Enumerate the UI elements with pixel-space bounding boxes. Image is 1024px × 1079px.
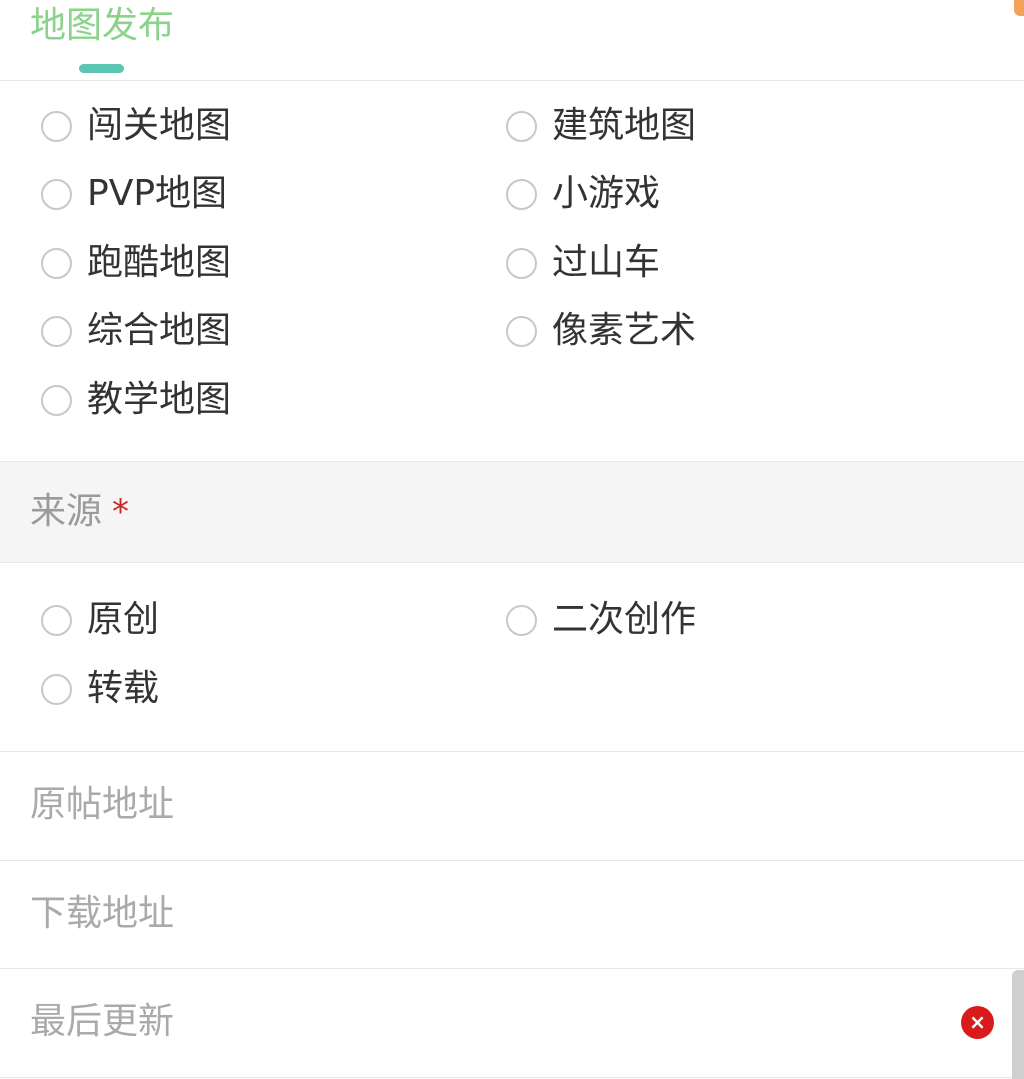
last-update-input[interactable] — [30, 996, 930, 1046]
radio-option-map-type[interactable]: 综合地图 — [41, 309, 231, 353]
radio-label: 小游戏 — [552, 173, 661, 214]
radio-label: 跑酷地图 — [87, 242, 232, 283]
original-url-row — [0, 751, 1024, 859]
radio-circle-icon — [41, 178, 72, 210]
radio-circle-icon — [41, 110, 72, 142]
radio-circle-icon — [41, 673, 72, 705]
radio-option-map-type[interactable]: 教学地图 — [41, 378, 231, 422]
clear-icon[interactable]: × — [961, 1006, 994, 1039]
required-asterisk: * — [112, 492, 130, 532]
radio-label: PVP地图 — [87, 173, 228, 214]
radio-label: 转载 — [87, 668, 160, 709]
radio-circle-icon — [506, 604, 537, 636]
radio-label: 建筑地图 — [552, 105, 697, 146]
radio-option-map-type[interactable]: 跑酷地图 — [41, 241, 231, 285]
map-publish-page: 地图发布 闯关地图 建筑地图 PVP地图 小游戏 跑酷地图 过山车 综合地图 像… — [0, 0, 1024, 1079]
radio-circle-icon — [506, 110, 537, 142]
tab-map-publish[interactable]: 地图发布 — [30, 2, 174, 50]
radio-label: 综合地图 — [87, 310, 232, 351]
radio-option-map-type[interactable]: 小游戏 — [506, 172, 660, 216]
download-url-input[interactable] — [30, 888, 930, 938]
radio-circle-icon — [506, 178, 537, 210]
download-url-row — [0, 860, 1024, 968]
radio-option-map-type[interactable]: 过山车 — [506, 241, 660, 285]
radio-option-map-type[interactable]: 像素艺术 — [506, 309, 696, 353]
radio-label: 教学地图 — [87, 379, 232, 420]
radio-option-source[interactable]: 二次创作 — [506, 598, 696, 642]
radio-label: 过山车 — [552, 242, 661, 283]
source-title-text: 来源 — [30, 491, 103, 532]
radio-circle-icon — [41, 247, 72, 279]
radio-option-map-type[interactable]: PVP地图 — [41, 172, 227, 216]
scrollbar[interactable] — [1012, 970, 1024, 1079]
radio-option-source[interactable]: 原创 — [41, 598, 159, 642]
source-section-header: 来源 * — [0, 461, 1024, 563]
radio-circle-icon — [506, 315, 537, 347]
radio-option-map-type[interactable]: 闯关地图 — [41, 104, 231, 148]
source-title: 来源 * — [30, 490, 129, 534]
tab-active-indicator — [79, 64, 124, 73]
corner-badge — [1014, 0, 1024, 16]
radio-circle-icon — [41, 315, 72, 347]
original-url-input[interactable] — [30, 779, 930, 829]
radio-label: 闯关地图 — [87, 105, 232, 146]
radio-circle-icon — [41, 384, 72, 416]
tab-bar: 地图发布 — [0, 0, 1024, 81]
radio-option-map-type[interactable]: 建筑地图 — [506, 104, 696, 148]
bottom-divider — [0, 1077, 1024, 1078]
radio-circle-icon — [506, 247, 537, 279]
radio-label: 二次创作 — [552, 599, 697, 640]
radio-label: 像素艺术 — [552, 310, 697, 351]
radio-circle-icon — [41, 604, 72, 636]
radio-label: 原创 — [87, 599, 160, 640]
radio-option-source[interactable]: 转载 — [41, 667, 159, 711]
last-update-row: × — [0, 968, 1024, 1076]
